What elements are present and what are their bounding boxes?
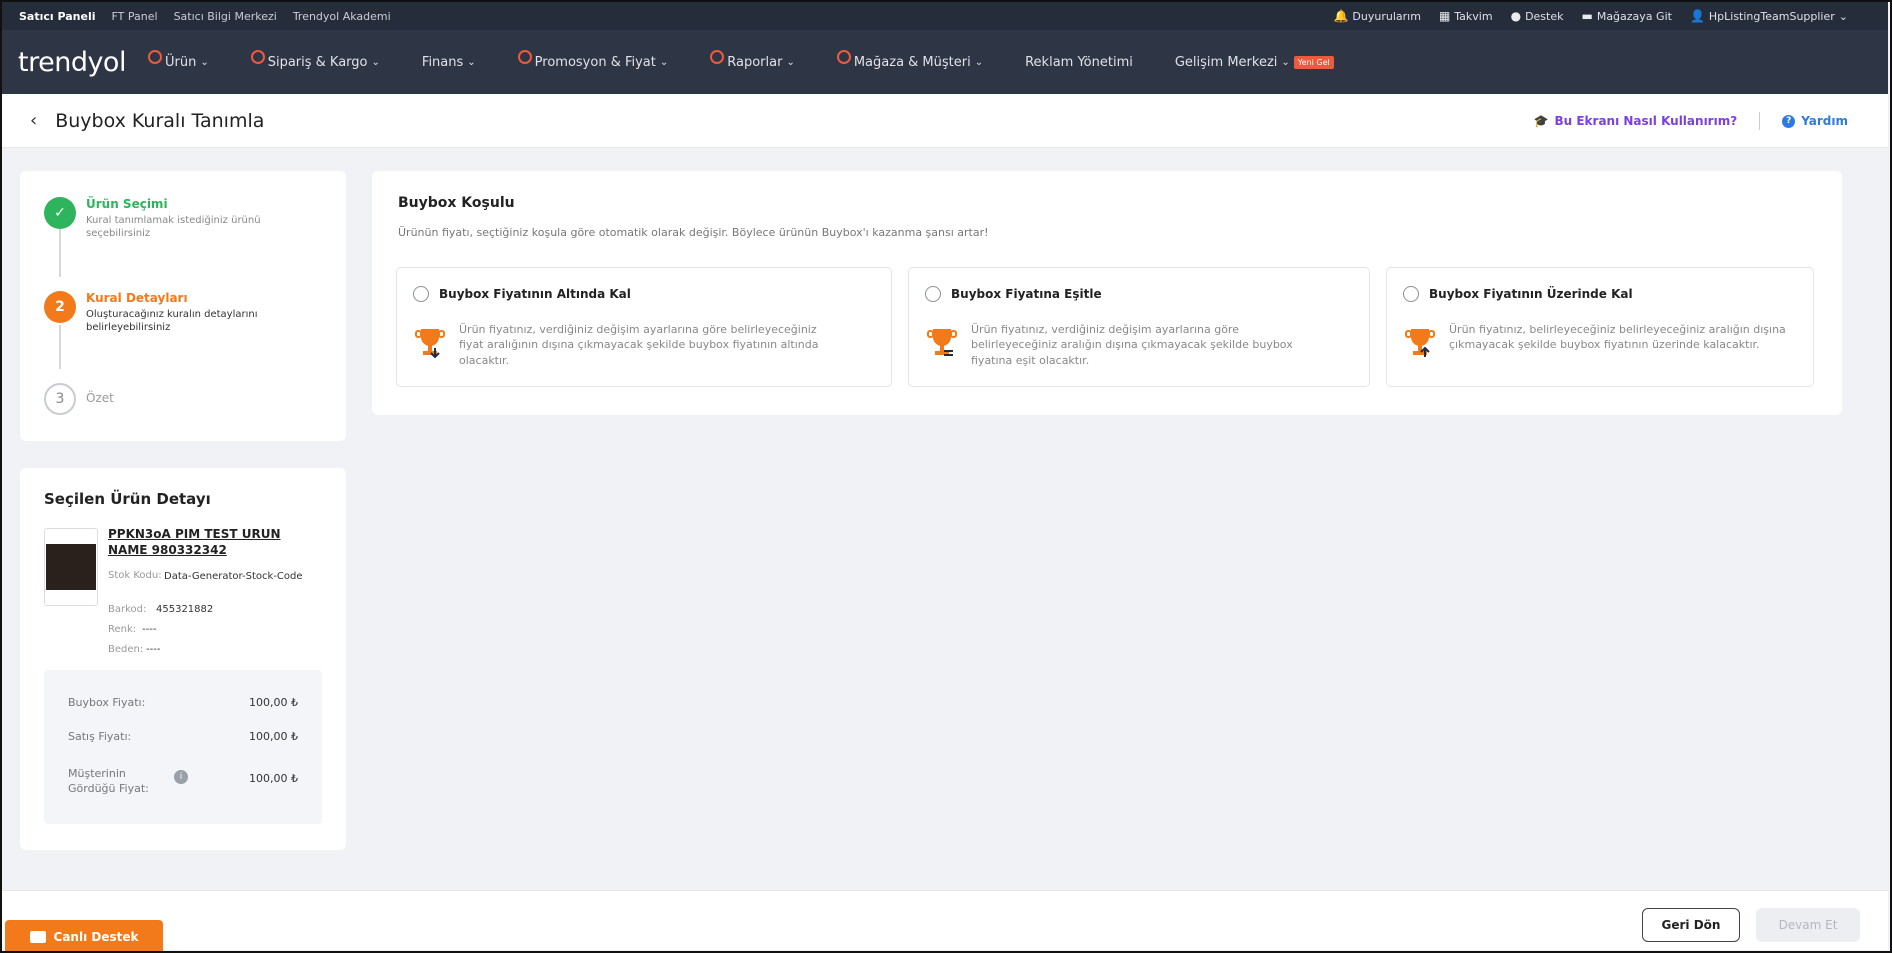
- step-desc: Kural tanımlamak istediğiniz ürünü seçeb…: [86, 215, 261, 239]
- radio-button[interactable]: [925, 286, 941, 302]
- chevron-down-icon: ⌄: [371, 56, 380, 68]
- barcode-label: Barkod:: [108, 604, 147, 615]
- condition-subtitle: Ürünün fiyatı, seçtiğiniz koşula göre ot…: [398, 226, 989, 239]
- color-label: Renk:: [108, 624, 137, 635]
- trendyol-logo[interactable]: trendyol: [18, 47, 126, 78]
- checkmark-icon: ✓: [44, 197, 76, 229]
- option-above-buybox[interactable]: Buybox Fiyatının Üzerinde Kal Ürün fiyat…: [1386, 267, 1814, 387]
- chat-icon: ●: [1510, 9, 1522, 23]
- step-ozet[interactable]: 3 Özet: [44, 383, 306, 415]
- step-desc: Oluşturacağınız kuralın detaylarını beli…: [86, 309, 258, 333]
- chevron-down-icon: ⌄: [467, 56, 476, 68]
- nav-reklam-yonetimi[interactable]: Reklam Yönetimi: [1025, 55, 1133, 70]
- store-icon: ▬: [1581, 9, 1593, 23]
- step-title: Ürün Seçimi: [86, 197, 168, 211]
- footer-bar: Geri Dön Devam Et: [2, 890, 1888, 950]
- trophy-down-icon: [415, 329, 445, 359]
- account-menu[interactable]: 👤 HpListingTeamSupplier ⌄: [1690, 9, 1848, 23]
- step-title: Kural Detayları: [86, 291, 188, 305]
- help-link[interactable]: ? Yardım: [1782, 114, 1848, 128]
- option-below-buybox[interactable]: Buybox Fiyatının Altında Kal Ürün fiyatı…: [396, 267, 892, 387]
- bell-icon: 🔔: [1333, 9, 1349, 23]
- chevron-down-icon: ⌄: [659, 56, 669, 68]
- option-title: Buybox Fiyatının Üzerinde Kal: [1429, 287, 1633, 301]
- step-number: 3: [44, 383, 76, 415]
- step-number: 2: [44, 291, 76, 323]
- size-value: ----: [146, 644, 161, 655]
- notification-dot-icon: [836, 50, 851, 64]
- option-equal-buybox[interactable]: Buybox Fiyatına Eşitle Ürün fiyatınız, v…: [908, 267, 1370, 387]
- topbar-link-seller-panel[interactable]: Satıcı Paneli: [19, 10, 96, 23]
- nav-siparis-kargo[interactable]: Sipariş & Kargo ⌄: [250, 50, 380, 70]
- step-title: Özet: [86, 391, 114, 405]
- chat-icon: [29, 930, 46, 943]
- stepper-card: ✓ Ürün Seçimi Kural tanımlamak istediğin…: [20, 171, 346, 441]
- question-icon: ?: [1782, 114, 1796, 128]
- calendar-icon: ▦: [1438, 9, 1451, 23]
- trophy-up-icon: [1405, 329, 1435, 357]
- step-urun-secimi[interactable]: ✓ Ürün Seçimi Kural tanımlamak istediğin…: [44, 197, 306, 240]
- nav-finans[interactable]: Finans ⌄: [422, 55, 476, 70]
- notification-dot-icon: [517, 50, 532, 64]
- product-card-heading: Seçilen Ürün Detayı: [44, 490, 211, 508]
- chevron-down-icon: ⌄: [200, 56, 209, 68]
- option-desc: Ürün fiyatınız, verdiğiniz değişim ayarl…: [459, 323, 819, 367]
- product-thumbnail: [44, 528, 98, 606]
- support-link[interactable]: ● Destek: [1511, 9, 1564, 23]
- nav-magaza-musteri[interactable]: Mağaza & Müşteri ⌄: [836, 50, 984, 70]
- price-row-customer: Müşterinin Gördüğü Fiyat: i 100,00 ₺: [68, 767, 298, 796]
- back-button[interactable]: Geri Dön: [1642, 908, 1740, 942]
- chevron-down-icon: ⌄: [1281, 56, 1290, 68]
- topbar-link-academy[interactable]: Trendyol Akademi: [293, 10, 391, 23]
- nav-promosyon-fiyat[interactable]: Promosyon & Fiyat ⌄: [517, 50, 669, 70]
- chevron-down-icon: ⌄: [1838, 9, 1848, 23]
- continue-button[interactable]: Devam Et: [1756, 908, 1860, 942]
- buybox-condition-card: Buybox Koşulu Ürünün fiyatı, seçtiğiniz …: [372, 171, 1842, 415]
- barcode-value: 455321882: [156, 604, 214, 615]
- step-kural-detaylari[interactable]: 2 Kural Detayları Oluşturacağınız kuralı…: [44, 291, 306, 334]
- announcements-link[interactable]: 🔔 Duyurularım: [1333, 9, 1420, 23]
- page-header: ‹ Buybox Kuralı Tanımla 🎓 Bu Ekranı Nasıl…: [2, 94, 1888, 148]
- topbar-link-info-center[interactable]: Satıcı Bilgi Merkezi: [174, 10, 277, 23]
- condition-title: Buybox Koşulu: [398, 195, 515, 211]
- info-icon[interactable]: i: [174, 770, 188, 784]
- nav-urun[interactable]: Ürün ⌄: [147, 50, 209, 70]
- top-bar: Satıcı Paneli FT Panel Satıcı Bilgi Merk…: [2, 2, 1888, 30]
- back-arrow-icon[interactable]: ‹: [30, 110, 37, 131]
- how-to-use-link[interactable]: 🎓 Bu Ekranı Nasıl Kullanırım?: [1534, 114, 1738, 128]
- radio-button[interactable]: [413, 286, 429, 302]
- price-summary: Buybox Fiyatı: 100,00 ₺ Satış Fiyatı: 10…: [44, 670, 322, 824]
- nav-raporlar[interactable]: Raporlar ⌄: [710, 50, 795, 70]
- selected-product-card: Seçilen Ürün Detayı PPKN3oA PIM TEST URU…: [20, 468, 346, 850]
- color-value: ----: [142, 624, 157, 635]
- price-row-sale: Satış Fiyatı: 100,00 ₺: [68, 730, 298, 743]
- go-to-store-link[interactable]: ▬ Mağazaya Git: [1581, 9, 1671, 23]
- trophy-equal-icon: [927, 329, 957, 356]
- stock-code-value: Data-Generator-Stock-Code: [164, 571, 303, 582]
- option-desc: Ürün fiyatınız, belirleyeceğiniz belirle…: [1449, 323, 1786, 352]
- price-row-buybox: Buybox Fiyatı: 100,00 ₺: [68, 696, 298, 709]
- divider: [1759, 112, 1761, 130]
- notification-dot-icon: [710, 50, 725, 64]
- new-badge: Yeni Gel: [1293, 55, 1334, 69]
- product-name-link[interactable]: PPKN3oA PIM TEST URUN NAME 980332342: [108, 526, 318, 558]
- notification-dot-icon: [147, 50, 162, 64]
- page-title: Buybox Kuralı Tanımla: [55, 109, 265, 132]
- radio-button[interactable]: [1403, 286, 1419, 302]
- nav-gelisim-merkezi[interactable]: Gelişim Merkezi ⌄ Yeni Gel: [1175, 55, 1334, 70]
- graduation-cap-icon: 🎓: [1533, 114, 1549, 128]
- option-title: Buybox Fiyatının Altında Kal: [439, 287, 631, 301]
- option-title: Buybox Fiyatına Eşitle: [951, 287, 1102, 301]
- user-icon: 👤: [1689, 9, 1705, 23]
- calendar-link[interactable]: ▦ Takvim: [1439, 9, 1493, 23]
- size-label: Beden:: [108, 644, 144, 655]
- main-nav: trendyol Ürün ⌄ Sipariş & Kargo ⌄ Finans ⌄ …: [2, 30, 1888, 94]
- chevron-down-icon: ⌄: [974, 56, 984, 68]
- live-support-button[interactable]: Canlı Destek: [5, 920, 163, 953]
- topbar-link-ft-panel[interactable]: FT Panel: [112, 10, 158, 23]
- option-desc: Ürün fiyatınız, verdiğiniz değişim ayarl…: [971, 323, 1293, 367]
- notification-dot-icon: [250, 50, 265, 64]
- chevron-down-icon: ⌄: [786, 56, 795, 68]
